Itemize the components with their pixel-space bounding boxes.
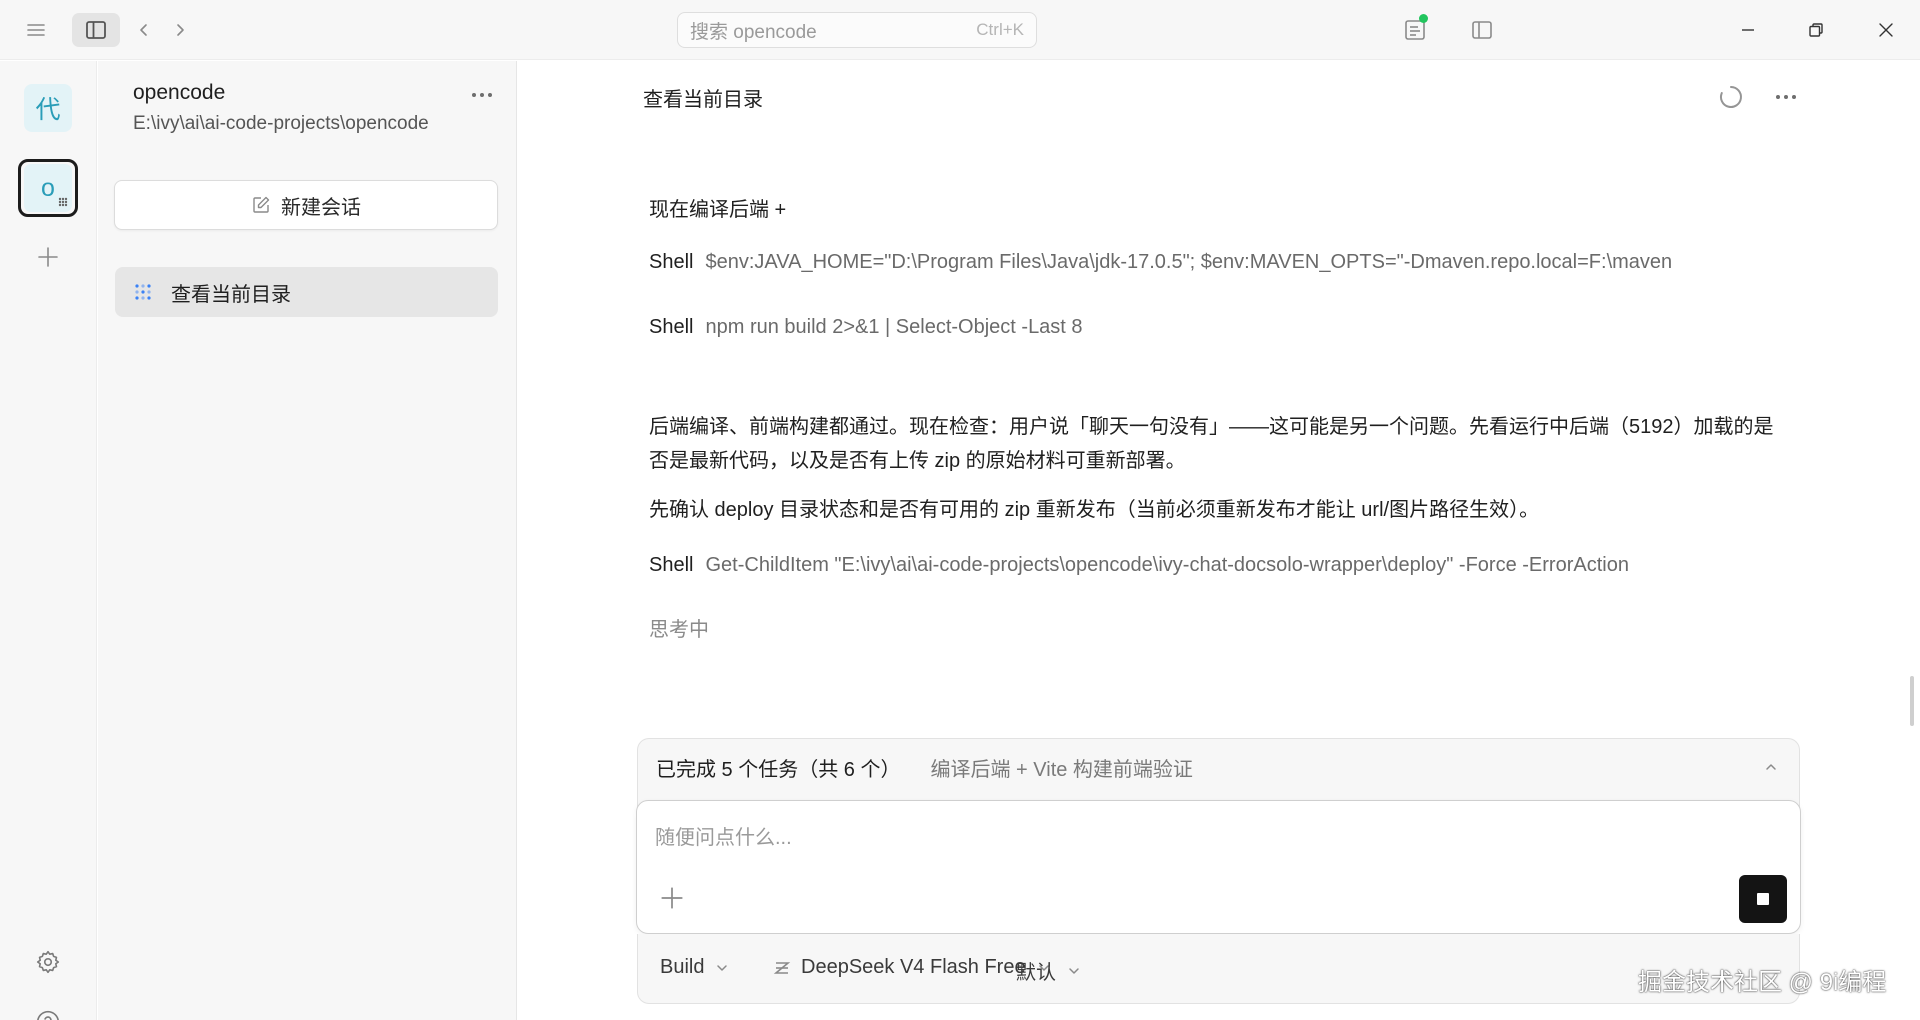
- model-select[interactable]: DeepSeek V4 Flash Free: [773, 956, 1052, 979]
- chat-title: 查看当前目录: [643, 89, 763, 111]
- assistant-message: 后端编译、前端构建都通过。现在检查：用户说「聊天一句没有」——这可能是另一个问题…: [649, 416, 1774, 472]
- project-title: opencode: [133, 81, 226, 104]
- assistant-message: 先确认 deploy 目录状态和是否有可用的 zip 重新发布（当前必须重新发布…: [649, 499, 1540, 521]
- stop-icon: [1757, 893, 1769, 905]
- shell-tag: Shell: [649, 554, 694, 576]
- project-avatar-label: 代: [35, 96, 61, 124]
- help-icon[interactable]: [32, 1006, 64, 1020]
- shell-command: $env:JAVA_HOME="D:\Program Files\Java\jd…: [705, 251, 1673, 273]
- thinking-status: 思考中: [649, 619, 709, 641]
- chat-more-icon[interactable]: [1770, 85, 1802, 109]
- search-input[interactable]: 搜索 opencode Ctrl+K: [677, 12, 1037, 48]
- chevron-down-icon: [714, 960, 730, 976]
- loading-spinner-icon: [1718, 84, 1744, 110]
- menu-icon[interactable]: [22, 16, 50, 44]
- chat-panel: 查看当前目录 现在编译后端 + Shell $env:JAVA_HOME="D:\…: [518, 61, 1920, 1020]
- new-session-button[interactable]: 新建会话: [114, 180, 498, 230]
- variant-select[interactable]: 默认: [1016, 956, 1082, 985]
- restore-icon[interactable]: [1800, 14, 1832, 46]
- settings-gear-icon[interactable]: [32, 946, 64, 978]
- message-composer[interactable]: 随便问点什么...: [636, 800, 1801, 934]
- task-progress-strip[interactable]: 已完成 5 个任务（共 6 个） 编译后端 + Vite 构建前端验证: [637, 738, 1800, 808]
- watermark: 掘金技术社区 @ 9i编程: [1638, 969, 1887, 996]
- review-changes-icon[interactable]: [1399, 14, 1431, 46]
- new-session-label: 新建会话: [281, 196, 361, 219]
- model-label: DeepSeek V4 Flash Free: [801, 956, 1026, 978]
- project-avatar[interactable]: 代: [24, 84, 72, 132]
- edit-icon: [251, 195, 271, 215]
- shell-command: Get-ChildItem "E:\ivy\ai\ai-code-project…: [705, 554, 1629, 576]
- add-attachment-icon[interactable]: [659, 885, 687, 913]
- toggle-sidebar-icon[interactable]: [72, 13, 120, 47]
- toggle-panel-icon[interactable]: [1466, 14, 1498, 46]
- close-icon[interactable]: [1870, 14, 1902, 46]
- variant-label: 默认: [1016, 962, 1056, 984]
- add-project-icon[interactable]: [34, 243, 62, 271]
- shell-tool-call[interactable]: Shell Get-ChildItem "E:\ivy\ai\ai-code-pr…: [649, 554, 1749, 577]
- composer-toolbar: Build DeepSeek V4 Flash Free 默认: [637, 934, 1800, 1004]
- back-icon[interactable]: [130, 16, 158, 44]
- search-shortcut: Ctrl+K: [976, 20, 1024, 39]
- current-task: 编译后端 + Vite 构建前端验证: [930, 759, 1193, 781]
- session-item[interactable]: 查看当前目录: [115, 267, 498, 317]
- project-badge-icon: [58, 197, 68, 207]
- chevron-up-icon[interactable]: [1761, 757, 1781, 777]
- shell-tag: Shell: [649, 316, 694, 338]
- more-options-icon[interactable]: [466, 83, 498, 107]
- agent-label: Build: [660, 956, 705, 978]
- shell-command: npm run build 2>&1 | Select-Object -Last…: [705, 316, 1083, 338]
- scrollbar-thumb[interactable]: [1910, 676, 1914, 726]
- sessions-sidebar: opencode E:\ivy\ai\ai-code-projects\open…: [98, 61, 517, 1020]
- project-rail: 代 o: [0, 61, 97, 1020]
- agent-select[interactable]: Build: [660, 956, 730, 979]
- assistant-message: 现在编译后端 +: [649, 199, 787, 221]
- minimize-icon[interactable]: [1732, 14, 1764, 46]
- model-provider-icon: [773, 959, 791, 977]
- stop-button[interactable]: [1739, 875, 1787, 923]
- shell-tool-call[interactable]: Shell npm run build 2>&1 | Select-Object …: [649, 316, 1749, 339]
- session-loading-icon: [133, 282, 153, 302]
- session-title: 查看当前目录: [171, 283, 291, 306]
- title-bar: 搜索 opencode Ctrl+K: [0, 0, 1920, 60]
- composer-placeholder: 随便问点什么...: [655, 827, 792, 849]
- search-placeholder: 搜索 opencode: [690, 21, 817, 43]
- shell-tool-call[interactable]: Shell $env:JAVA_HOME="D:\Program Files\Ja…: [649, 251, 1749, 274]
- project-path: E:\ivy\ai\ai-code-projects\opencode: [133, 113, 429, 134]
- project-avatar-active[interactable]: o: [18, 159, 78, 217]
- chevron-down-icon: [1066, 963, 1082, 979]
- project-avatar-inner: o: [24, 164, 72, 212]
- project-avatar-label: o: [41, 173, 55, 202]
- shell-tag: Shell: [649, 251, 694, 273]
- task-count: 已完成 5 个任务（共 6 个）: [656, 759, 901, 781]
- forward-icon[interactable]: [166, 16, 194, 44]
- status-dot-icon: [1419, 14, 1428, 23]
